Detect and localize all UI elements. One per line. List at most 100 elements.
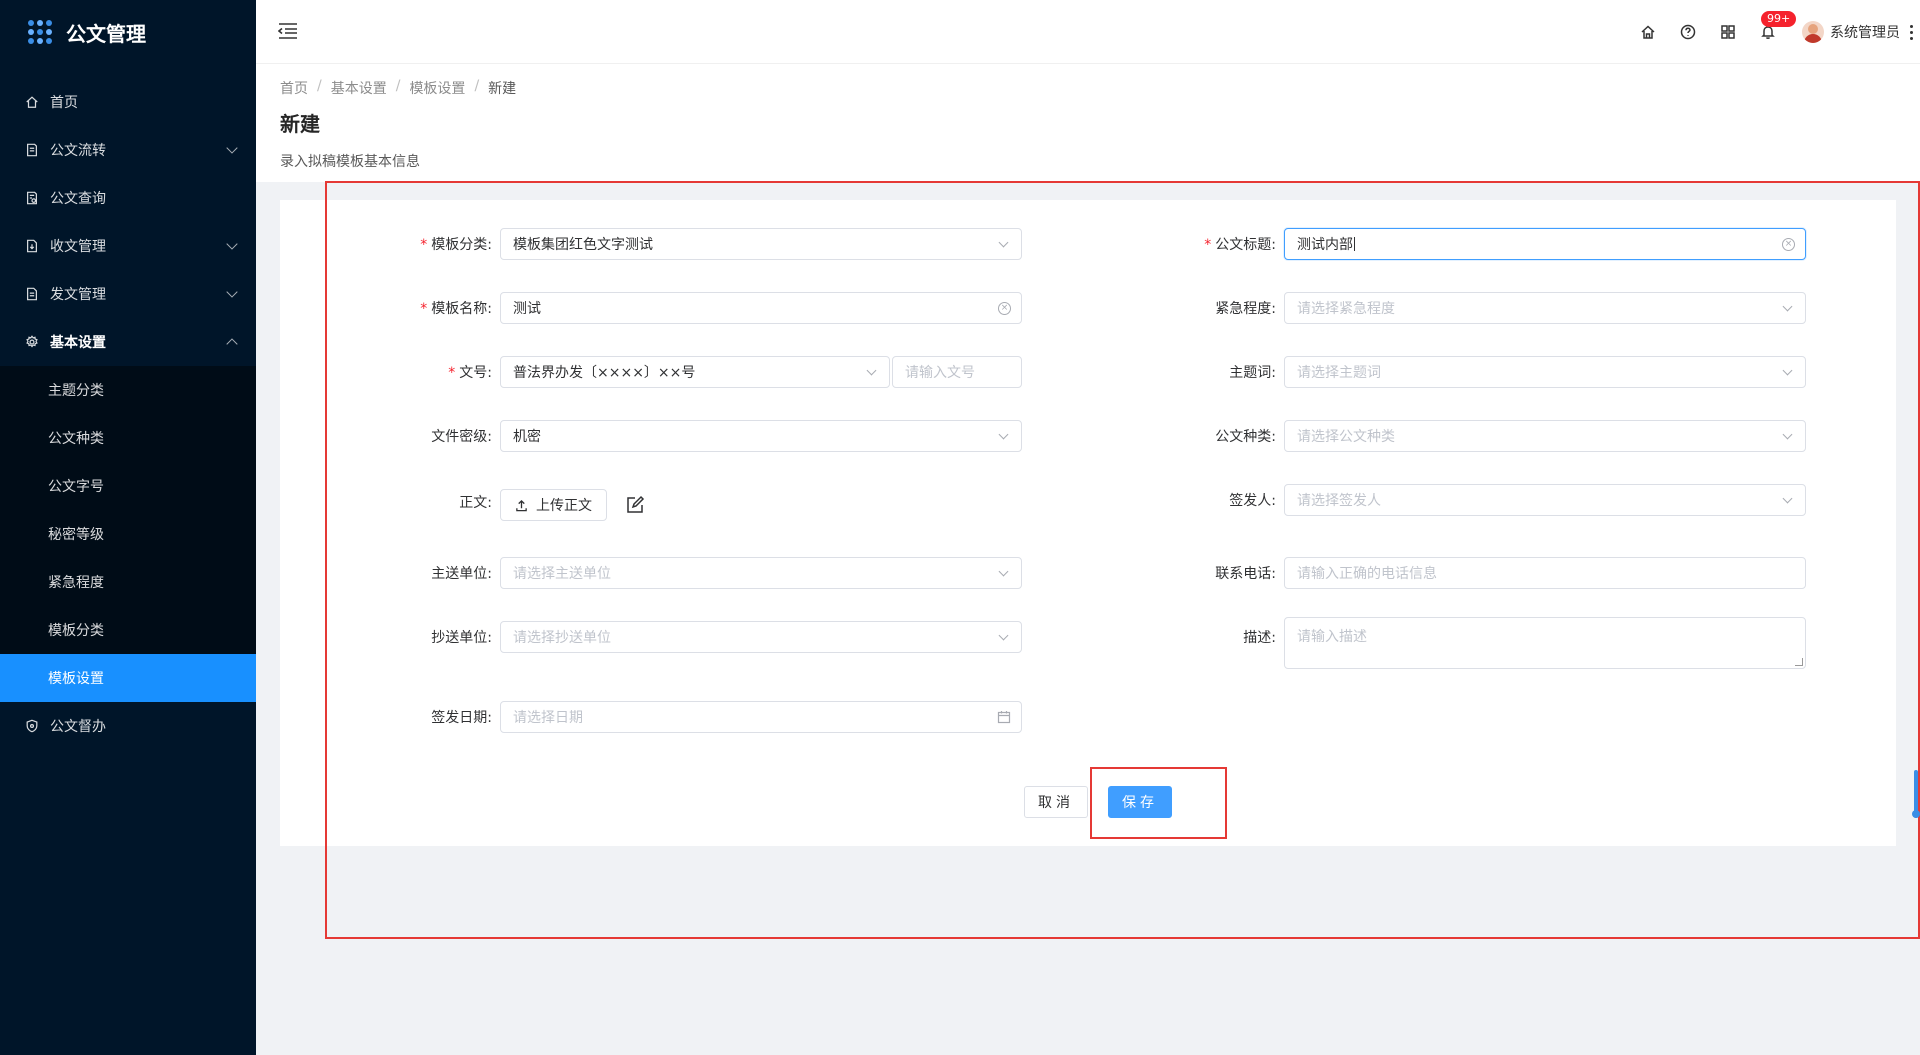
apps-grid-icon [28, 20, 52, 44]
field-label: 签发日期: [431, 710, 492, 726]
edit-icon[interactable] [625, 495, 645, 515]
select-placeholder: 请选择主题词 [1297, 365, 1381, 381]
home-icon[interactable] [1639, 23, 1657, 41]
urgency-select[interactable]: 请选择紧急程度 [1284, 292, 1806, 324]
save-button[interactable]: 保存 [1108, 786, 1172, 818]
breadcrumb-template-settings[interactable]: 模板设置 [409, 78, 465, 98]
field-doc-type: 公文种类: 请选择公文种类 [1164, 420, 1806, 452]
field-sign-date: 签发日期: 请选择日期 [380, 701, 1022, 733]
sidebar-item-label: 主题分类 [48, 383, 104, 399]
field-label: 主题词: [1229, 365, 1276, 381]
sidebar-item-home[interactable]: 首页 [0, 78, 256, 126]
clear-icon[interactable]: × [998, 302, 1011, 315]
chevron-down-icon [1782, 301, 1793, 312]
sidebar-item-urgency[interactable]: 紧急程度 [0, 558, 256, 606]
select-placeholder: 请选择签发人 [1297, 493, 1381, 509]
sidebar-item-doc-type[interactable]: 公文种类 [0, 414, 256, 462]
app-title: 公文管理 [66, 21, 146, 46]
field-label: 模板名称: [431, 301, 492, 317]
upload-body-button[interactable]: 上传正文 [500, 489, 607, 521]
sidebar-item-label: 模板分类 [48, 623, 104, 639]
document-out-icon [24, 286, 40, 302]
breadcrumb-separator: / [474, 78, 480, 94]
sidebar-item-incoming[interactable]: 收文管理 [0, 222, 256, 270]
field-template-name: * 模板名称: 测试 × [380, 292, 1022, 324]
sidebar-item-template-category[interactable]: 模板分类 [0, 606, 256, 654]
template-name-input[interactable]: 测试 × [500, 292, 1022, 324]
field-label: 模板分类: [431, 237, 492, 253]
document-in-icon [24, 238, 40, 254]
sidebar-item-outgoing[interactable]: 发文管理 [0, 270, 256, 318]
sidebar-item-doc-flow[interactable]: 公文流转 [0, 126, 256, 174]
chevron-down-icon [226, 286, 238, 298]
field-template-category: * 模板分类: 模板集团红色文字测试 [380, 228, 1022, 260]
sidebar-item-label: 紧急程度 [48, 575, 104, 591]
field-urgency: 紧急程度: 请选择紧急程度 [1164, 292, 1806, 324]
field-doc-title: * 公文标题: 测试内部 × [1164, 228, 1806, 260]
cancel-button[interactable]: 取消 [1024, 786, 1088, 818]
select-placeholder: 请选择公文种类 [1297, 429, 1395, 445]
input-placeholder: 请输入正确的电话信息 [1297, 566, 1437, 582]
field-label: 紧急程度: [1215, 301, 1276, 317]
clear-icon[interactable]: × [1782, 238, 1795, 251]
breadcrumb-basic-settings[interactable]: 基本设置 [331, 78, 387, 98]
field-description: 描述: 请输入描述 [1164, 617, 1806, 669]
app-logo[interactable]: 公文管理 [0, 0, 256, 64]
input-placeholder: 请输入文号 [905, 365, 975, 381]
menu-fold-icon[interactable] [277, 22, 298, 40]
sidebar-item-label: 公文种类 [48, 431, 104, 447]
sidebar-item-subject-category[interactable]: 主题分类 [0, 366, 256, 414]
sign-date-picker[interactable]: 请选择日期 [500, 701, 1022, 733]
required-mark: * [420, 301, 428, 317]
input-value: 测试 [513, 301, 541, 317]
sidebar-item-supervision[interactable]: 公文督办 [0, 702, 256, 750]
main-recipient-select[interactable]: 请选择主送单位 [500, 557, 1022, 589]
scrollbar-knob[interactable] [1912, 810, 1920, 818]
field-secret-level: 文件密级: 机密 [380, 420, 1022, 452]
subject-word-select[interactable]: 请选择主题词 [1284, 356, 1806, 388]
doc-number-prefix-select[interactable]: 普法界办发〔××××〕××号 [500, 356, 890, 388]
required-mark: * [448, 365, 456, 381]
top-header: 99+ 系统管理员 [256, 0, 1920, 64]
cc-recipient-select[interactable]: 请选择抄送单位 [500, 621, 1022, 653]
sidebar-item-label: 模板设置 [48, 671, 104, 687]
sidebar-item-label: 首页 [50, 95, 78, 111]
select-placeholder: 请选择紧急程度 [1297, 301, 1395, 317]
breadcrumb: 首页 / 基本设置 / 模板设置 / 新建 [280, 78, 1920, 98]
sidebar-item-template-settings[interactable]: 模板设置 [0, 654, 256, 702]
select-value: 机密 [513, 429, 541, 445]
grid-icon[interactable] [1719, 23, 1737, 41]
breadcrumb-current: 新建 [488, 81, 517, 97]
required-mark: * [420, 237, 428, 253]
chevron-down-icon [866, 365, 877, 376]
sidebar-item-doc-number[interactable]: 公文字号 [0, 462, 256, 510]
document-search-icon [24, 190, 40, 206]
field-label: 联系电话: [1215, 566, 1276, 582]
resize-handle-icon[interactable] [1795, 658, 1803, 666]
signer-select[interactable]: 请选择签发人 [1284, 484, 1806, 516]
upload-label: 上传正文 [536, 498, 592, 514]
chevron-down-icon [998, 429, 1009, 440]
upload-icon [516, 499, 527, 511]
help-icon[interactable] [1679, 23, 1697, 41]
doc-number-input[interactable]: 请输入文号 [892, 356, 1022, 388]
template-category-select[interactable]: 模板集团红色文字测试 [500, 228, 1022, 260]
secret-level-select[interactable]: 机密 [500, 420, 1022, 452]
user-name[interactable]: 系统管理员 [1830, 22, 1900, 42]
phone-input[interactable]: 请输入正确的电话信息 [1284, 557, 1806, 589]
sidebar-item-doc-search[interactable]: 公文查询 [0, 174, 256, 222]
sidebar-item-basic-settings[interactable]: 基本设置 [0, 318, 256, 366]
chevron-down-icon [1782, 365, 1793, 376]
bell-icon[interactable]: 99+ [1759, 11, 1797, 41]
doc-type-select[interactable]: 请选择公文种类 [1284, 420, 1806, 452]
field-label: 描述: [1243, 630, 1276, 646]
more-vertical-icon[interactable] [1910, 24, 1914, 40]
breadcrumb-separator: / [317, 78, 322, 94]
description-textarea[interactable]: 请输入描述 [1284, 617, 1806, 669]
sidebar-item-secret-level[interactable]: 秘密等级 [0, 510, 256, 558]
sidebar-item-label: 基本设置 [50, 335, 106, 351]
avatar[interactable] [1802, 21, 1824, 43]
chevron-up-icon [226, 338, 238, 350]
doc-title-input[interactable]: 测试内部 × [1284, 228, 1806, 260]
breadcrumb-home[interactable]: 首页 [280, 78, 308, 98]
